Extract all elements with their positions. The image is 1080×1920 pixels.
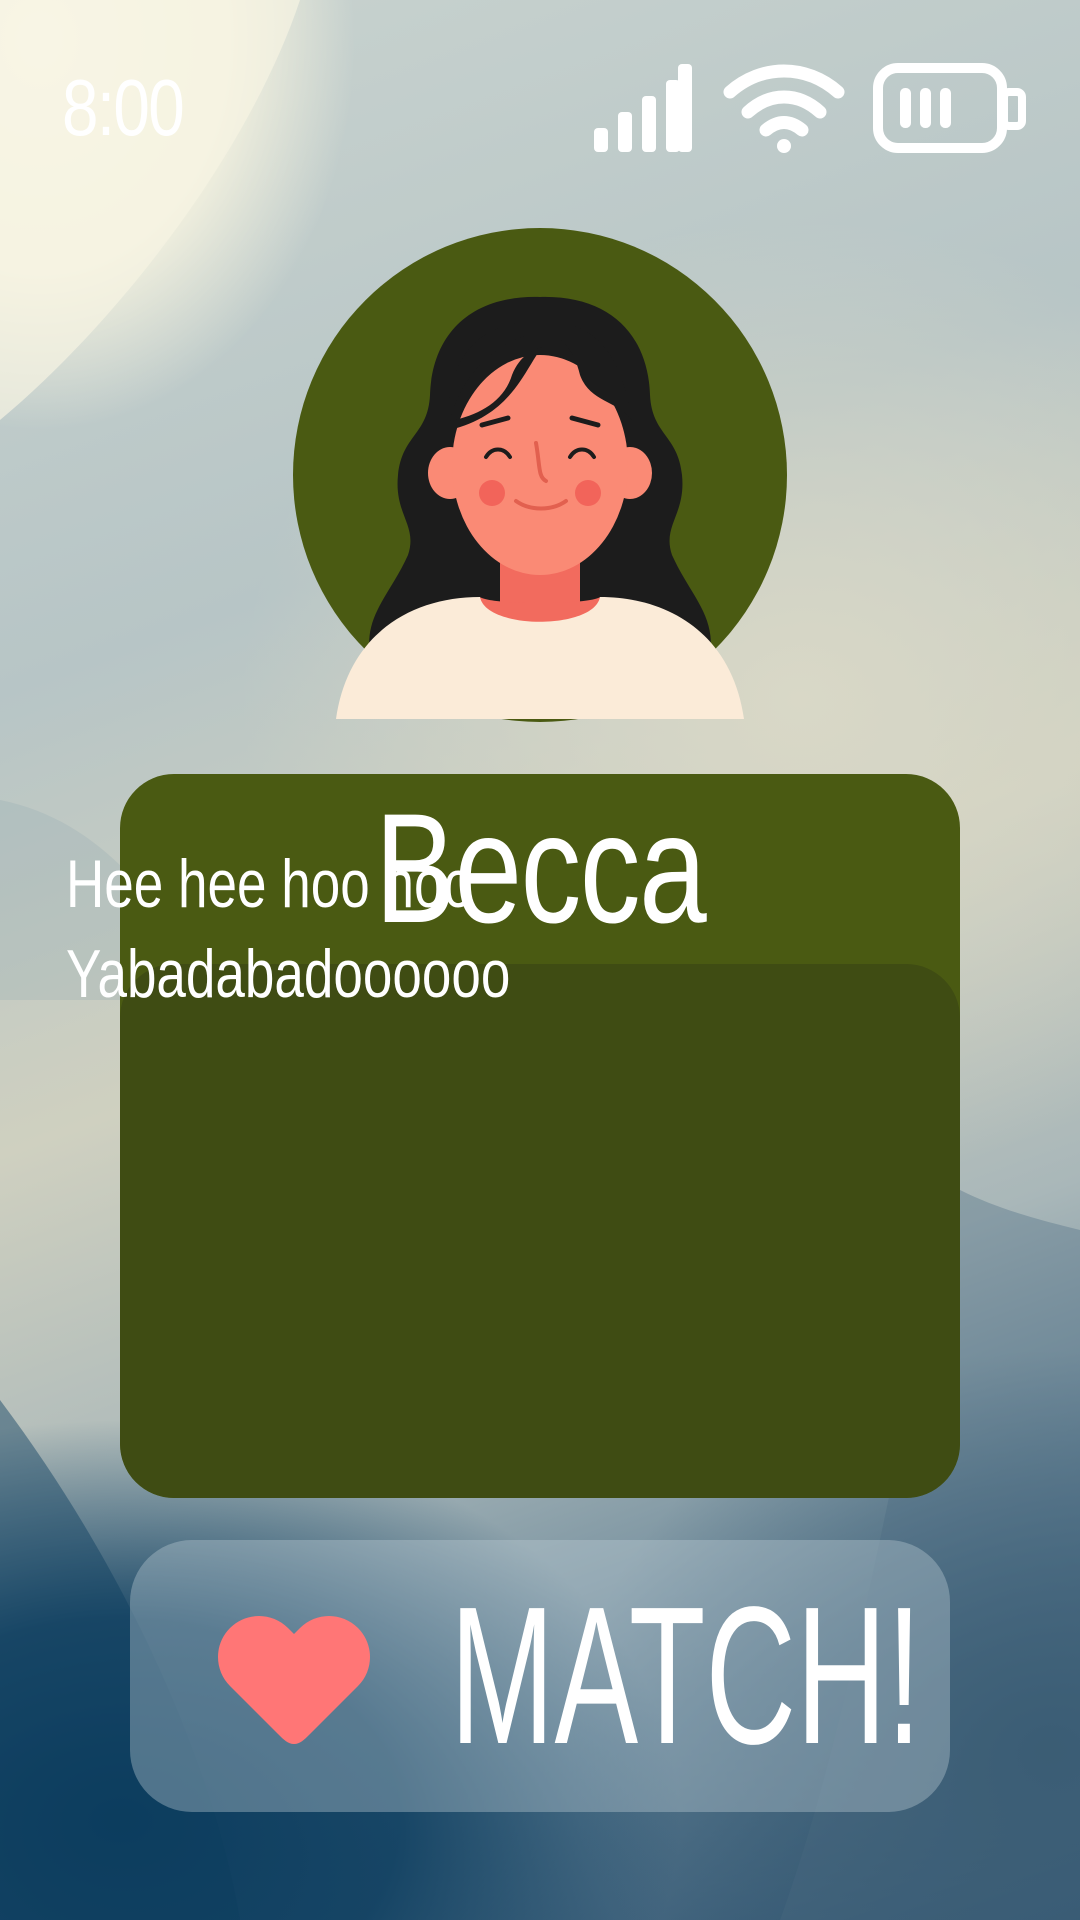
bio-line: Yabadabadoooooo xyxy=(66,936,511,1012)
bio-line: Hee hee hoo hoo xyxy=(66,846,474,922)
status-bar: 8:00 xyxy=(0,0,1080,220)
cellular-signal-icon xyxy=(594,64,692,152)
heart-icon xyxy=(218,1616,370,1744)
bio-panel xyxy=(120,964,960,1498)
match-button[interactable]: MATCH! xyxy=(130,1540,950,1812)
battery-icon xyxy=(873,63,1026,153)
avatar xyxy=(293,228,787,722)
wifi-icon xyxy=(723,64,845,153)
status-time: 8:00 xyxy=(62,63,185,152)
match-label: MATCH! xyxy=(450,1566,922,1785)
